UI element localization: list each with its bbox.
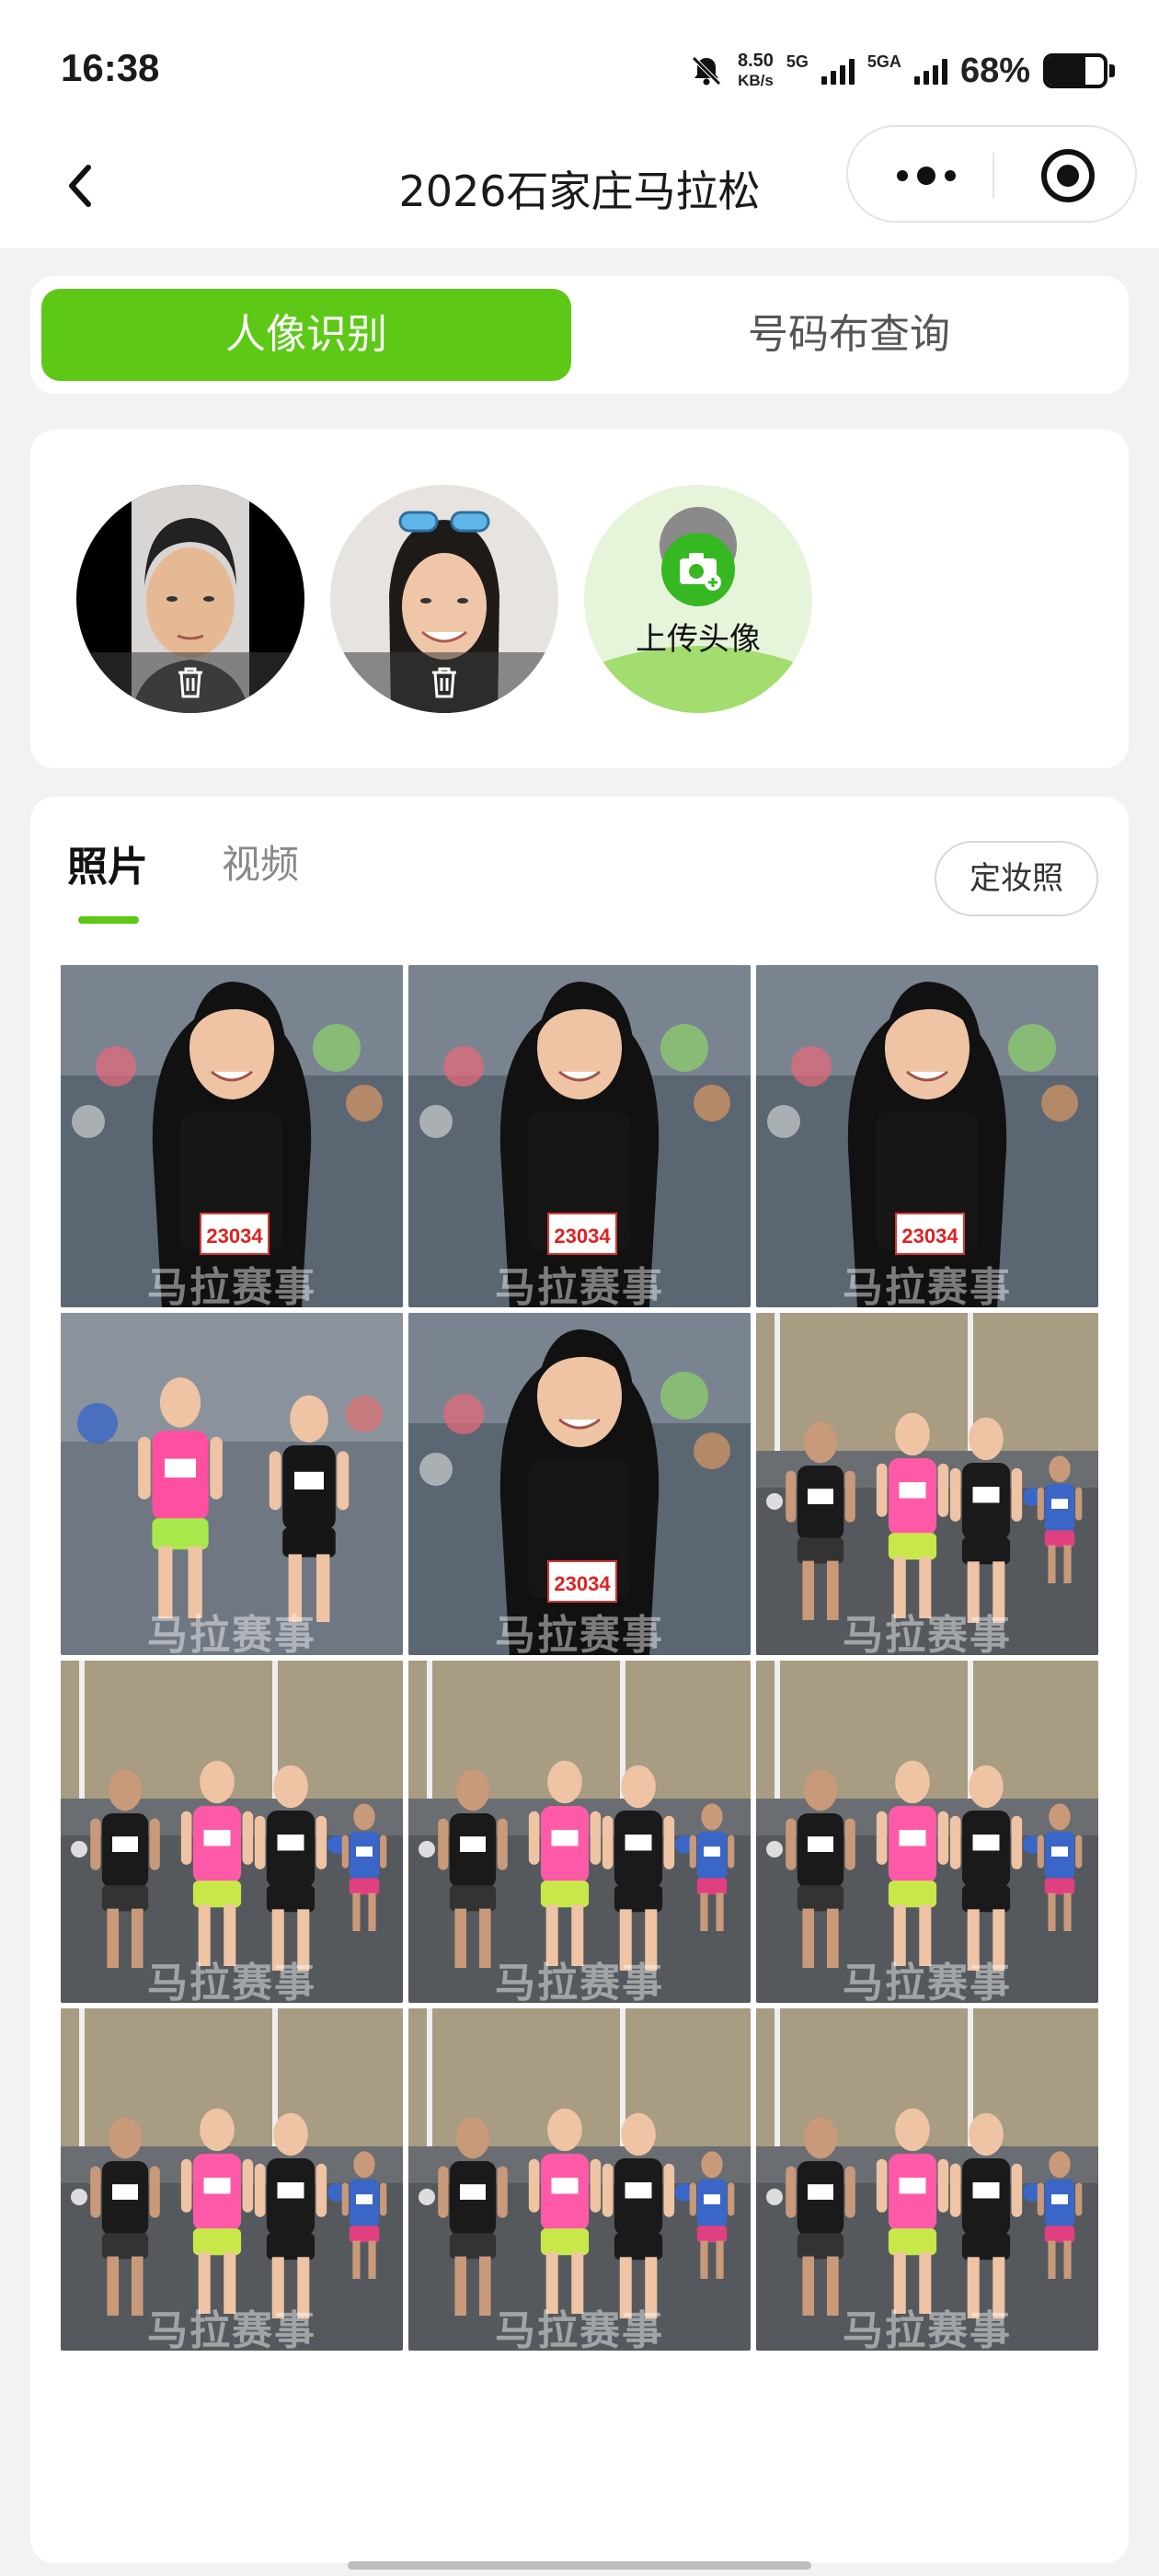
photo-item[interactable]: 马拉赛事 — [756, 1313, 1098, 1655]
photo-item[interactable]: 马拉赛事 — [756, 2008, 1098, 2351]
more-dots-icon[interactable] — [889, 155, 963, 197]
photo-watermark: 马拉赛事 — [495, 2307, 664, 2351]
camera-plus-icon — [661, 533, 735, 606]
target-circle-icon[interactable] — [1039, 147, 1096, 204]
photo-watermark: 马拉赛事 — [843, 1612, 1012, 1655]
face-list-card: 上传头像 — [30, 430, 1129, 768]
photo-watermark: 马拉赛事 — [147, 1612, 316, 1655]
photo-item[interactable]: 23034 马拉赛事 — [408, 965, 751, 1307]
delete-face-button-1[interactable] — [76, 652, 304, 713]
photo-watermark: 马拉赛事 — [843, 1960, 1012, 2003]
trash-icon — [432, 667, 456, 698]
bell-muted-icon — [692, 56, 721, 86]
signal-bars-icon — [820, 57, 855, 85]
signal-bars-icon-2 — [913, 57, 947, 85]
signal-5ga-label: 5GA — [866, 52, 901, 71]
face-avatar-1[interactable] — [76, 485, 304, 713]
status-time: 16:38 — [61, 46, 160, 89]
tab-photos[interactable]: 照片 — [67, 834, 148, 892]
upload-avatar-label: 上传头像 — [636, 621, 761, 658]
active-tab-indicator — [78, 916, 139, 924]
photo-item[interactable]: 马拉赛事 — [61, 2008, 403, 2351]
signal-5g-label: 5G — [786, 52, 809, 71]
home-indicator — [348, 2561, 811, 2570]
status-icons: 8.50 KB/s 5G 5GA 68% — [688, 48, 1115, 94]
capsule-divider — [993, 153, 994, 199]
tab-face-recognition[interactable]: 人像识别 — [41, 289, 571, 381]
delete-face-button-2[interactable] — [330, 652, 558, 713]
tab-videos[interactable]: 视频 — [222, 834, 299, 890]
face-avatar-2[interactable] — [330, 485, 558, 713]
photo-watermark: 马拉赛事 — [843, 2307, 1012, 2351]
nav-bar: 2026石家庄马拉松 — [0, 125, 1159, 248]
photo-item[interactable]: 马拉赛事 — [756, 1661, 1098, 2003]
upload-avatar-button[interactable]: 上传头像 — [584, 485, 812, 713]
battery-percent: 68% — [959, 51, 1030, 90]
status-bar: 16:38 8.50 KB/s 5G 5GA 68% — [0, 0, 1159, 138]
search-mode-segment: 人像识别 号码布查询 — [30, 276, 1129, 394]
media-card: 照片 视频 定妆照 23034 马拉赛事 23034 马拉赛事 23034 马拉… — [30, 797, 1129, 2563]
net-speed: 8.50 KB/s — [737, 51, 774, 89]
photo-item[interactable]: 马拉赛事 — [61, 1313, 403, 1655]
photo-watermark: 马拉赛事 — [495, 1612, 664, 1655]
battery-icon — [1043, 53, 1107, 88]
photo-grid: 23034 马拉赛事 23034 马拉赛事 23034 马拉赛事 马拉赛事 23… — [61, 965, 1100, 2351]
tab-bib-search[interactable]: 号码布查询 — [582, 289, 1116, 381]
photo-watermark: 马拉赛事 — [147, 2307, 316, 2351]
makeup-photo-button[interactable]: 定妆照 — [935, 841, 1098, 916]
photo-item[interactable]: 马拉赛事 — [408, 1661, 751, 2003]
photo-item[interactable]: 马拉赛事 — [408, 2008, 751, 2351]
trash-icon — [178, 667, 202, 698]
photo-watermark: 马拉赛事 — [147, 1264, 316, 1307]
battery-tip — [1109, 64, 1115, 77]
svg-text:23034: 23034 — [206, 1225, 263, 1248]
photo-item[interactable]: 23034 马拉赛事 — [61, 965, 403, 1307]
mini-program-capsule — [846, 125, 1137, 223]
photo-item[interactable]: 马拉赛事 — [61, 1661, 403, 2003]
svg-text:23034: 23034 — [901, 1225, 958, 1248]
photo-watermark: 马拉赛事 — [495, 1960, 664, 2003]
photo-watermark: 马拉赛事 — [495, 1264, 664, 1307]
svg-text:23034: 23034 — [554, 1225, 611, 1248]
svg-text:23034: 23034 — [554, 1572, 611, 1595]
photo-watermark: 马拉赛事 — [147, 1960, 316, 2003]
photo-item[interactable]: 23034 马拉赛事 — [408, 1313, 751, 1655]
photo-watermark: 马拉赛事 — [843, 1264, 1012, 1307]
photo-item[interactable]: 23034 马拉赛事 — [756, 965, 1098, 1307]
